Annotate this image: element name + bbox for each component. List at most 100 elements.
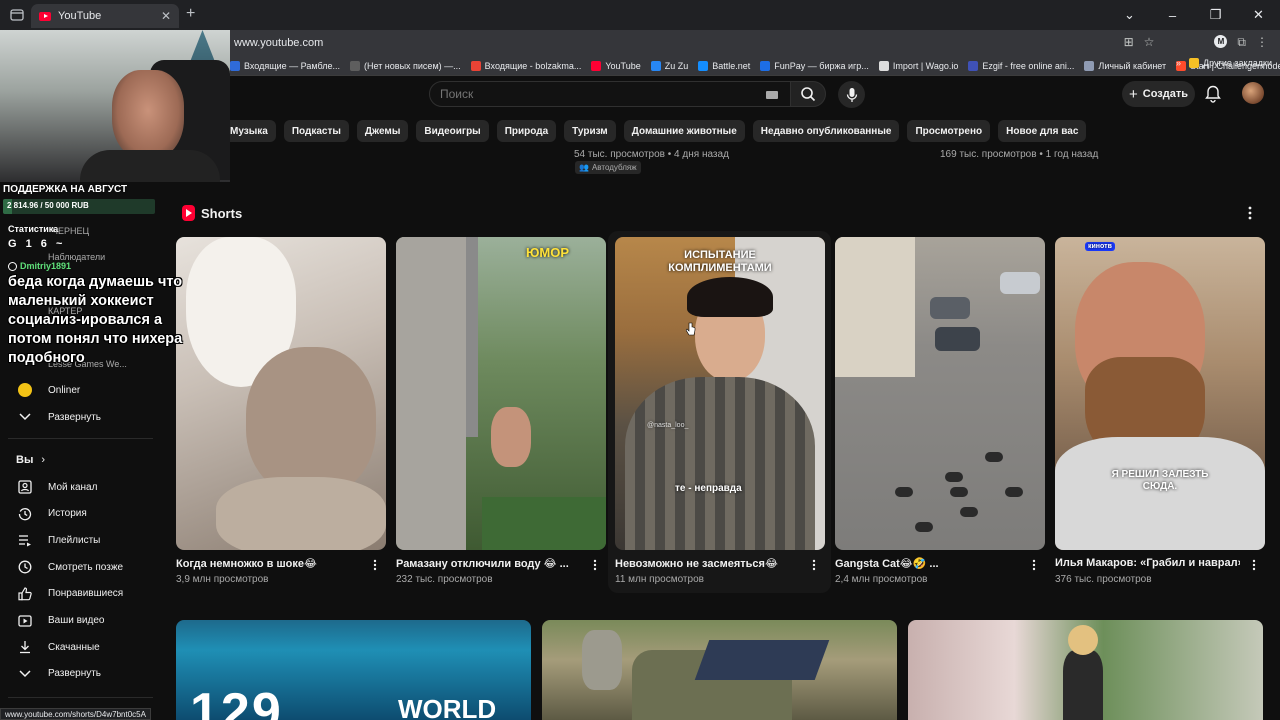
sidebar-item-label: Понравившиеся [48, 588, 124, 600]
filter-chips: Музыка Подкасты Джемы Видеоигры Природа Туриз… [222, 120, 1087, 142]
filter-chip[interactable]: Подкасты [283, 120, 349, 142]
bookmark-item[interactable]: Личный кабинет [1084, 60, 1167, 71]
bookmark-item[interactable]: Входящие - bolzakma... [470, 60, 582, 71]
video-thumbnail[interactable] [908, 620, 1263, 720]
more-options-icon[interactable] [1246, 206, 1254, 220]
search-input[interactable] [440, 87, 740, 101]
bookmark-label: Входящие - bolzakma... [484, 60, 582, 71]
filter-chip[interactable]: Просмотрено [907, 120, 991, 142]
short-menu-icon[interactable] [811, 559, 817, 571]
new-tab-icon[interactable]: + [186, 5, 195, 23]
short-thumbnail[interactable]: кинотв Я РЕШИЛ ЗАЛЕЗТЬ СЮДА. [1055, 237, 1265, 550]
short-menu-icon[interactable] [592, 559, 598, 571]
bookmark-item[interactable]: Ezgif - free online ani... [968, 60, 1075, 71]
sidebar-expand-subscriptions[interactable]: Развернуть [0, 405, 155, 429]
url-field[interactable]: www.youtube.com [234, 37, 323, 49]
filter-chip[interactable]: Видеоигры [416, 120, 489, 142]
voice-search-button[interactable] [838, 81, 865, 108]
bookmark-favicon-icon [1084, 60, 1095, 71]
short-card[interactable]: кинотв Я РЕШИЛ ЗАЛЕЗТЬ СЮДА. Илья Макаро… [1055, 237, 1265, 585]
close-tab-icon[interactable]: ✕ [161, 9, 171, 23]
shorts-label: Shorts [201, 205, 243, 221]
sidebar-subscription-onliner[interactable]: Onliner [0, 378, 155, 402]
sidebar-item-download[interactable]: Скачанные [0, 635, 155, 659]
short-title[interactable]: Рамазану отключили воду 😂 ... [396, 557, 581, 570]
restore-icon[interactable]: ❐ [1194, 7, 1237, 23]
sidebar-item-like[interactable]: Понравившиеся [0, 582, 155, 606]
bookmark-label: Zu Zu [664, 60, 689, 71]
sidebar-item-your-videos[interactable]: Ваши видео [0, 609, 155, 633]
close-window-icon[interactable]: ✕ [1237, 7, 1280, 23]
bookmarks-more-icon[interactable]: » [1176, 58, 1181, 68]
filter-chip[interactable]: Туризм [564, 120, 616, 142]
shorts-section-title: Shorts [182, 205, 242, 221]
short-views: 376 тыс. просмотров [1055, 574, 1152, 585]
shorts-logo-icon [182, 205, 195, 221]
other-bookmarks[interactable]: Другие закладки [1189, 58, 1272, 68]
support-goal-title: ПОДДЕРЖКА НА АВГУСТ [3, 184, 128, 195]
short-thumbnail[interactable] [835, 237, 1045, 550]
keyboard-icon[interactable] [766, 91, 778, 99]
install-app-icon[interactable]: ⊞ [1124, 35, 1134, 50]
filter-chip[interactable]: Джемы [356, 120, 409, 142]
account-avatar[interactable] [1242, 82, 1264, 104]
bookmark-item[interactable]: Import | Wago.io [878, 60, 958, 71]
short-menu-icon[interactable] [1251, 559, 1257, 571]
create-button[interactable]: + Создать [1122, 81, 1195, 107]
notifications-bell-icon[interactable] [1205, 85, 1221, 103]
bookmark-item[interactable]: Входящие — Рамбле... [230, 60, 340, 71]
short-title[interactable]: Илья Макаров: «Грабил и наврал» [1055, 557, 1240, 569]
browser-menu-icon[interactable]: ⋮ [1256, 35, 1268, 50]
extensions-icon[interactable]: ⧉ [1237, 35, 1246, 50]
filter-chip[interactable]: Домашние животные [623, 120, 745, 142]
sidebar-you-header[interactable]: Вы › [16, 454, 45, 466]
tab-search-icon[interactable]: ⌄ [1108, 7, 1151, 23]
sidebar-item-playlists[interactable]: Плейлисты [0, 528, 155, 552]
bookmark-star-icon[interactable]: ☆ [1144, 35, 1155, 50]
bookmark-item[interactable]: FunPay — биржа игр... [760, 60, 869, 71]
search-button[interactable] [790, 81, 826, 107]
tab-actions-icon[interactable] [4, 4, 30, 26]
short-thumbnail[interactable]: ЮМОР [396, 237, 606, 550]
sidebar-item-chevron-down[interactable]: Развернуть [0, 662, 155, 686]
bookmark-favicon-icon [230, 60, 240, 71]
short-menu-icon[interactable] [372, 559, 378, 571]
video-thumbnail[interactable]: 129 WORLD [176, 620, 531, 720]
link-status-url: www.youtube.com/shorts/D4w7bnt0c5A [0, 708, 151, 720]
chat-username: Dmitriy1891 [20, 261, 72, 271]
short-menu-icon[interactable] [1031, 559, 1037, 571]
short-card[interactable]: Когда немножко в шоке😂 3,9 млн просмотро… [176, 237, 386, 585]
filter-chip[interactable]: Недавно опубликованные [752, 120, 900, 142]
filter-chip[interactable]: Природа [496, 120, 557, 142]
filter-chip[interactable]: Музыка [222, 120, 276, 142]
bookmark-item[interactable]: Zu Zu [650, 60, 689, 71]
thumbnail-text: WORLD [398, 694, 497, 720]
short-card[interactable]: Gangsta Cat😂🤣 ... 2,4 млн просмотров [835, 237, 1045, 585]
minimize-icon[interactable]: – [1151, 8, 1194, 23]
channel-avatar-icon [18, 383, 32, 397]
profile-m-icon[interactable]: M [1214, 35, 1228, 48]
short-title[interactable]: Невозможно не засмеяться😂 [615, 557, 800, 570]
short-card[interactable]: ИСПЫТАНИЕ КОМПЛИМЕНТАМИ @nasta_loo_ те -… [615, 237, 825, 585]
short-thumbnail[interactable]: ИСПЫТАНИЕ КОМПЛИМЕНТАМИ @nasta_loo_ те -… [615, 237, 825, 550]
sidebar-item-channel[interactable]: Мой канал [0, 475, 155, 499]
you-label: Вы [16, 454, 34, 466]
sidebar-item-watch-later[interactable]: Смотреть позже [0, 555, 155, 579]
bookmark-label: Личный кабинет [1098, 60, 1167, 71]
short-title[interactable]: Когда немножко в шоке😂 [176, 557, 361, 570]
short-card[interactable]: ЮМОР Рамазану отключили воду 😂 ... 232 т… [396, 237, 606, 585]
channel-badge: кинотв [1085, 242, 1115, 251]
sidebar-item-history[interactable]: История [0, 502, 155, 526]
search-box[interactable] [429, 81, 791, 107]
bookmark-item[interactable]: YouTube [591, 60, 641, 71]
short-title[interactable]: Gangsta Cat😂🤣 ... [835, 557, 1020, 570]
short-thumbnail[interactable] [176, 237, 386, 550]
bookmark-item[interactable]: (Нет новых писем) —... [349, 60, 461, 71]
filter-chip[interactable]: Новое для вас [998, 120, 1087, 142]
video-thumbnail[interactable] [542, 620, 897, 720]
bookmark-item[interactable]: Battle.net [698, 60, 750, 71]
chevron-down-icon [18, 410, 32, 424]
browser-tab-youtube[interactable]: YouTube ✕ [31, 4, 179, 28]
tab-title: YouTube [58, 10, 102, 22]
bookmark-label: Ezgif - free online ani... [982, 60, 1075, 71]
